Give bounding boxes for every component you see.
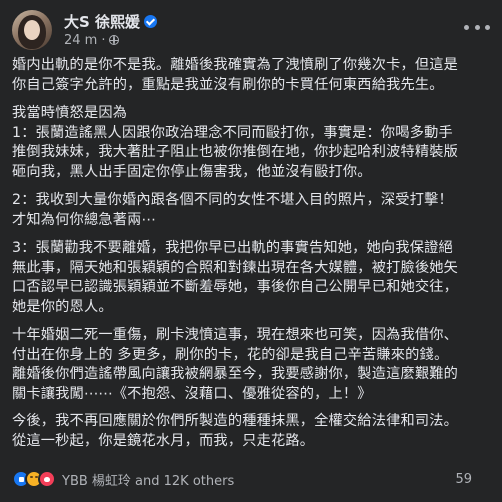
content-line: 從這一秒起，你是鏡花水月，而我，只走花路。: [12, 432, 315, 449]
content-line: 離婚後你們造謠帶風向讓我被網暴至今，我要感謝你，製造這麼艱難的: [12, 366, 459, 382]
content-line: 3：張蘭勸我不要離婚，我把你早已出軌的事實告知她，她向我保證絕: [12, 240, 453, 256]
post-content: 婚内出軌的是你不是我。離婚後我確實為了洩憤刷了你幾次卡，但這是 你自己簽字允許的…: [12, 56, 478, 451]
reaction-summary[interactable]: YBB 楊虹玲 and 12K others: [12, 470, 234, 489]
avatar[interactable]: [12, 10, 52, 50]
comment-count[interactable]: 59: [455, 472, 490, 487]
content-line: 2：我收到大量你婚內跟各個不同的女性不堪入目的照片，深受打擊！: [12, 192, 453, 208]
paragraph-2: 我當時憤怒是因為 1：張蘭造謠黑人因跟你政治理念不同而毆打你，事實是：你喝多動手…: [12, 104, 478, 182]
content-line: 今後，我不再回應關於你們所製造的種種抹黑，全權交給法律和司法。: [12, 413, 459, 429]
content-line: 付出在你身上的 多更多，刷你的卡，花的卻是我自己辛苦賺來的錢。: [12, 346, 449, 363]
facebook-post: 大S 徐熙媛 24 m · 婚内出軌的是你不是我。離婚後我確實為了洩憤刷了你幾次…: [0, 0, 502, 502]
more-icon[interactable]: [464, 20, 490, 34]
content-line: 無此事，隔天她和張穎穎的合照和對鍊出現在各大媒體，被打臉後她矢: [12, 259, 459, 276]
content-line: 你自己簽字允許的，重點是我並沒有刷你的卡買任何東西給我先生。: [12, 76, 444, 93]
love-icon: [38, 470, 56, 488]
paragraph-5: 十年婚姻二死一重傷，刷卡洩憤這事，現在想來也可笑，因為我借你、 付出在你身上的 …: [12, 326, 478, 404]
author-line: 大S 徐熙媛: [64, 11, 158, 32]
paragraph-1: 婚内出軌的是你不是我。離婚後我確實為了洩憤刷了你幾次卡，但這是 你自己簽字允許的…: [12, 56, 478, 95]
paragraph-4: 3：張蘭勸我不要離婚，我把你早已出軌的事實告知她，她向我保證絕 無此事，隔天她和…: [12, 239, 478, 317]
paragraph-6: 今後，我不再回應關於你們所製造的種種抹黑，全權交給法律和司法。 從這一秒起，你是…: [12, 412, 478, 451]
post-meta: 24 m ·: [64, 32, 120, 48]
reaction-count[interactable]: YBB 楊虹玲 and 12K others: [62, 470, 234, 489]
author-name[interactable]: 大S 徐熙媛: [64, 11, 140, 32]
content-line: 1：張蘭造謠黑人因跟你政治理念不同而毆打你，事實是：你喝多動手: [12, 124, 453, 141]
avatar-face: [24, 20, 40, 40]
paragraph-3: 2：我收到大量你婚內跟各個不同的女性不堪入目的照片，深受打擊！ 才知為何你總急著…: [12, 191, 478, 230]
more-dot: [474, 24, 480, 30]
content-line: 推倒我妹妹，我大著肚子阻止也被你推倒在地，你抄起哈利波特精裝版: [12, 144, 459, 160]
post-time[interactable]: 24 m: [64, 33, 97, 48]
content-line: 我當時憤怒是因為: [12, 105, 128, 121]
content-line: 婚内出軌的是你不是我。離婚後我確實為了洩憤刷了你幾次卡，但這是: [12, 57, 459, 73]
more-dot: [485, 24, 490, 30]
content-line: 口否認早已認識張穎穎並不斷羞辱她，事後你自己公開早已和她交往，: [12, 279, 459, 295]
post-header: 大S 徐熙媛 24 m ·: [12, 10, 490, 50]
verified-icon: [144, 14, 158, 28]
content-line: 砸向我，黑人出手固定你停止傷害我，他並沒有毆打你。: [12, 163, 372, 180]
more-dot: [464, 24, 469, 30]
content-line: 十年婚姻二死一重傷，刷卡洩憤這事，現在想來也可笑，因為我借你、: [12, 327, 459, 343]
post-footer: YBB 楊虹玲 and 12K others 59: [12, 468, 490, 490]
meta-separator: ·: [101, 32, 106, 48]
reaction-icons: [12, 470, 56, 488]
globe-icon[interactable]: [109, 35, 120, 45]
content-line: 關卡讓我闖⋯⋯《不抱怨、沒藉口、優雅從容的，上！》: [12, 385, 372, 402]
content-line: 才知為何你總急著兩⋯: [12, 211, 156, 228]
content-line: 她是你的恩人。: [12, 298, 113, 315]
